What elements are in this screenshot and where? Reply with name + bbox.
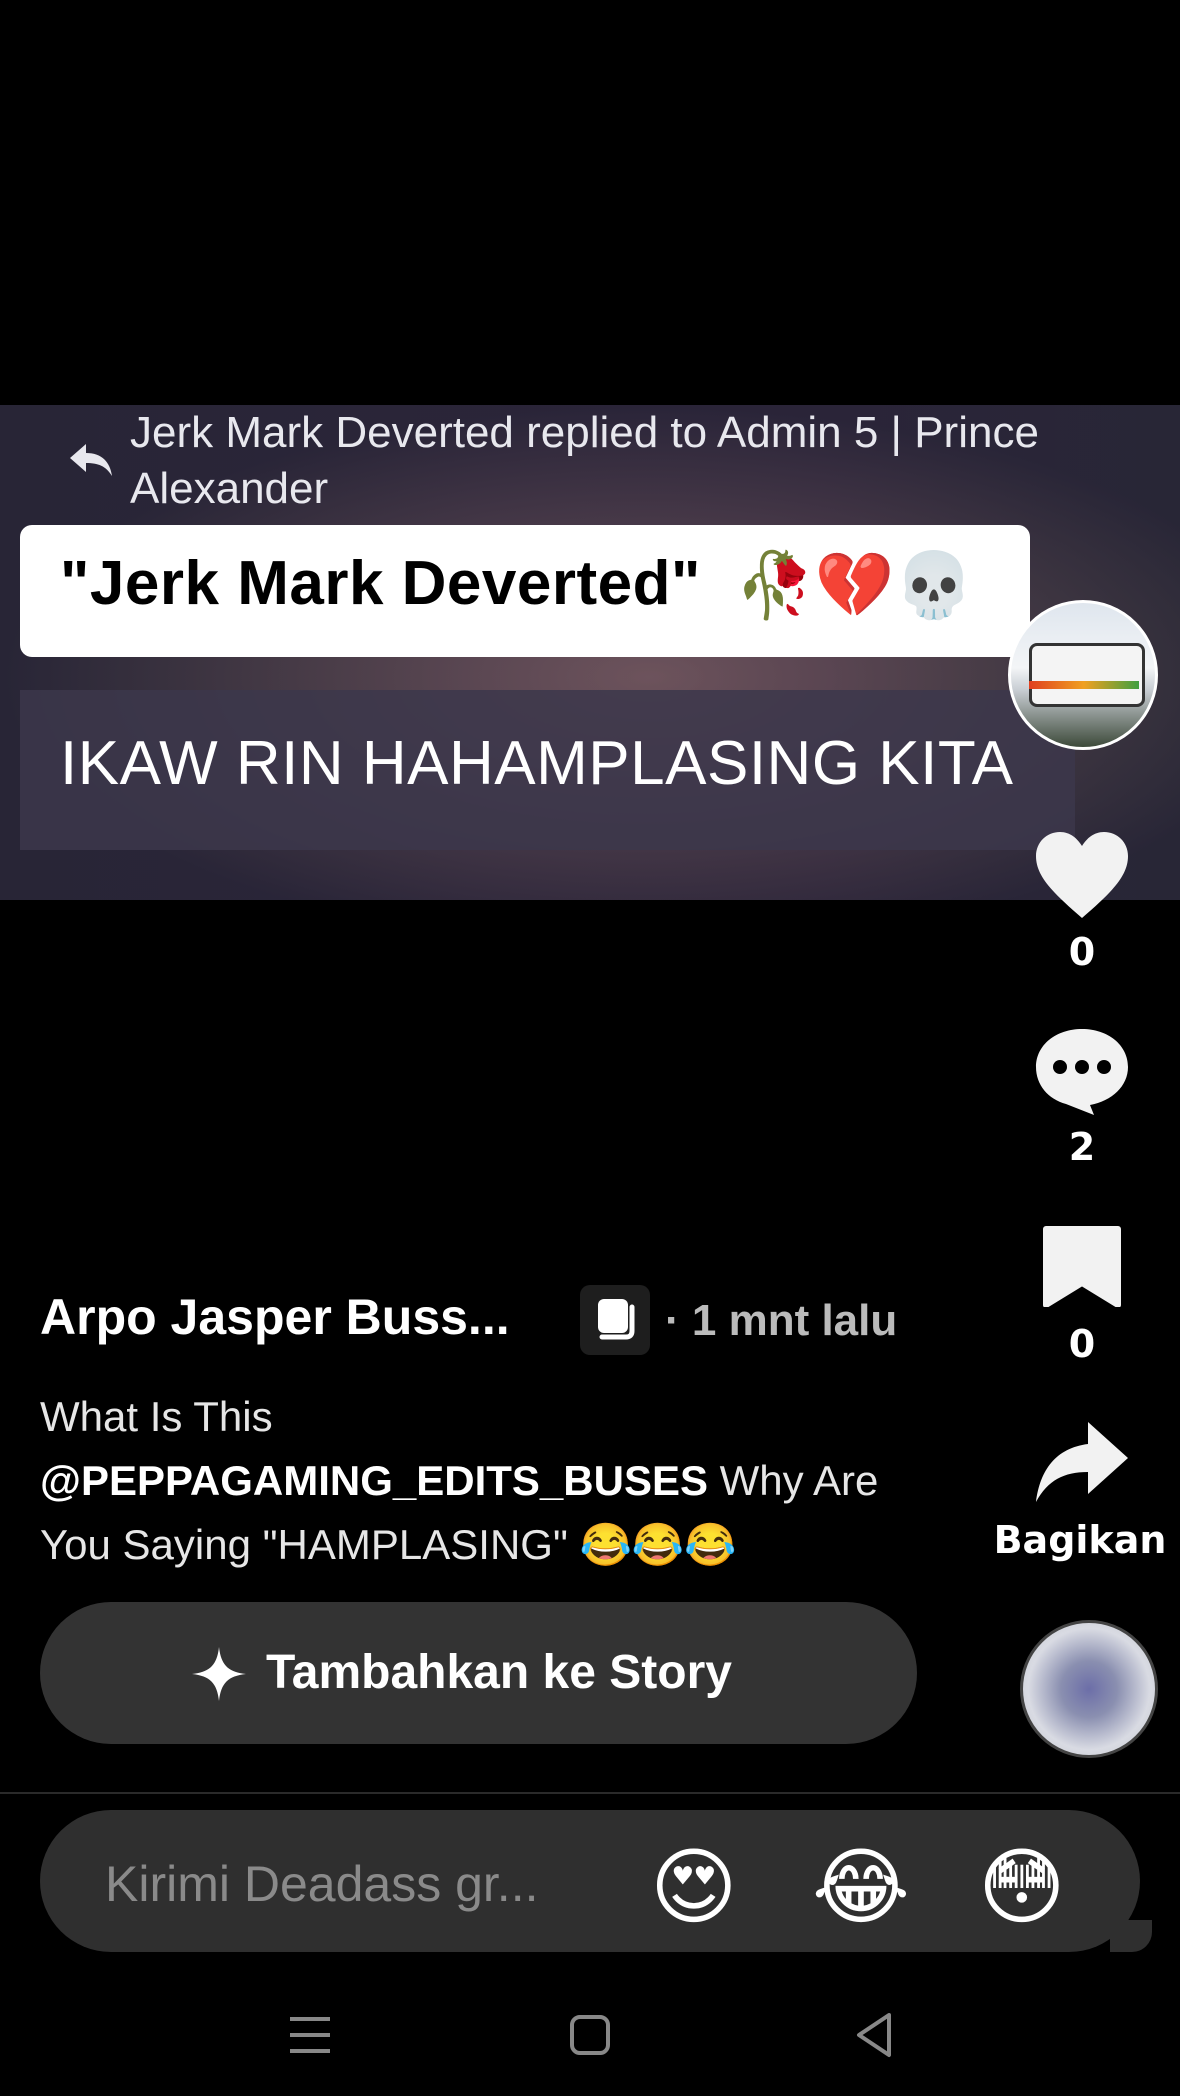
add-to-story-label: Tambahkan ke Story xyxy=(266,1646,732,1699)
sparkle-icon xyxy=(192,1647,246,1701)
save-count: 0 xyxy=(1068,1322,1096,1366)
comment-count: 2 xyxy=(1068,1125,1096,1169)
share-label[interactable]: Bagikan xyxy=(990,1518,1170,1562)
video-comment-text: IKAW RIN HAHAMPLASING KITA xyxy=(60,729,1014,798)
menu-icon[interactable] xyxy=(280,2005,340,2065)
back-icon[interactable] xyxy=(845,2005,905,2065)
quick-reaction-heart-eyes[interactable]: 😍 xyxy=(650,1838,738,1936)
bus-image xyxy=(1029,643,1145,707)
author-badge xyxy=(580,1285,650,1355)
quick-reaction-flushed[interactable]: 😳 xyxy=(978,1838,1066,1936)
divider xyxy=(0,1792,1180,1794)
message-placeholder: Kirimi Deadass gr... xyxy=(105,1856,539,1912)
post-caption: What Is This @PEPPAGAMING_EDITS_BUSES Wh… xyxy=(40,1385,940,1577)
share-arrow-icon[interactable] xyxy=(1032,1418,1132,1506)
like-count: 0 xyxy=(1068,930,1096,974)
sticker-emojis: 🥀💔💀 xyxy=(735,549,975,623)
sticker-text: "Jerk Mark Deverted" xyxy=(60,549,701,618)
post-time: · 1 mnt lalu xyxy=(665,1296,898,1345)
quick-reaction-laughing[interactable]: 😂 xyxy=(812,1838,910,1936)
message-bubble-tail xyxy=(1110,1920,1152,1952)
caption-mention[interactable]: @PEPPAGAMING_EDITS_BUSES xyxy=(40,1457,708,1504)
bookmark-icon[interactable] xyxy=(1032,1225,1132,1307)
comment-icon[interactable] xyxy=(1032,1025,1132,1117)
author-name[interactable]: Arpo Jasper Buss... xyxy=(40,1288,510,1346)
home-icon[interactable] xyxy=(560,2005,620,2065)
creator-avatar[interactable] xyxy=(1008,600,1158,750)
caption-prefix: What Is This xyxy=(40,1393,273,1440)
music-disc-avatar[interactable] xyxy=(1020,1620,1158,1758)
bus-stripe xyxy=(1029,681,1139,689)
reply-arrow-icon xyxy=(70,444,112,476)
reply-header: Jerk Mark Deverted replied to Admin 5 | … xyxy=(130,408,1039,513)
copy-badge-icon xyxy=(598,1299,635,1340)
heart-icon[interactable] xyxy=(1032,830,1132,920)
